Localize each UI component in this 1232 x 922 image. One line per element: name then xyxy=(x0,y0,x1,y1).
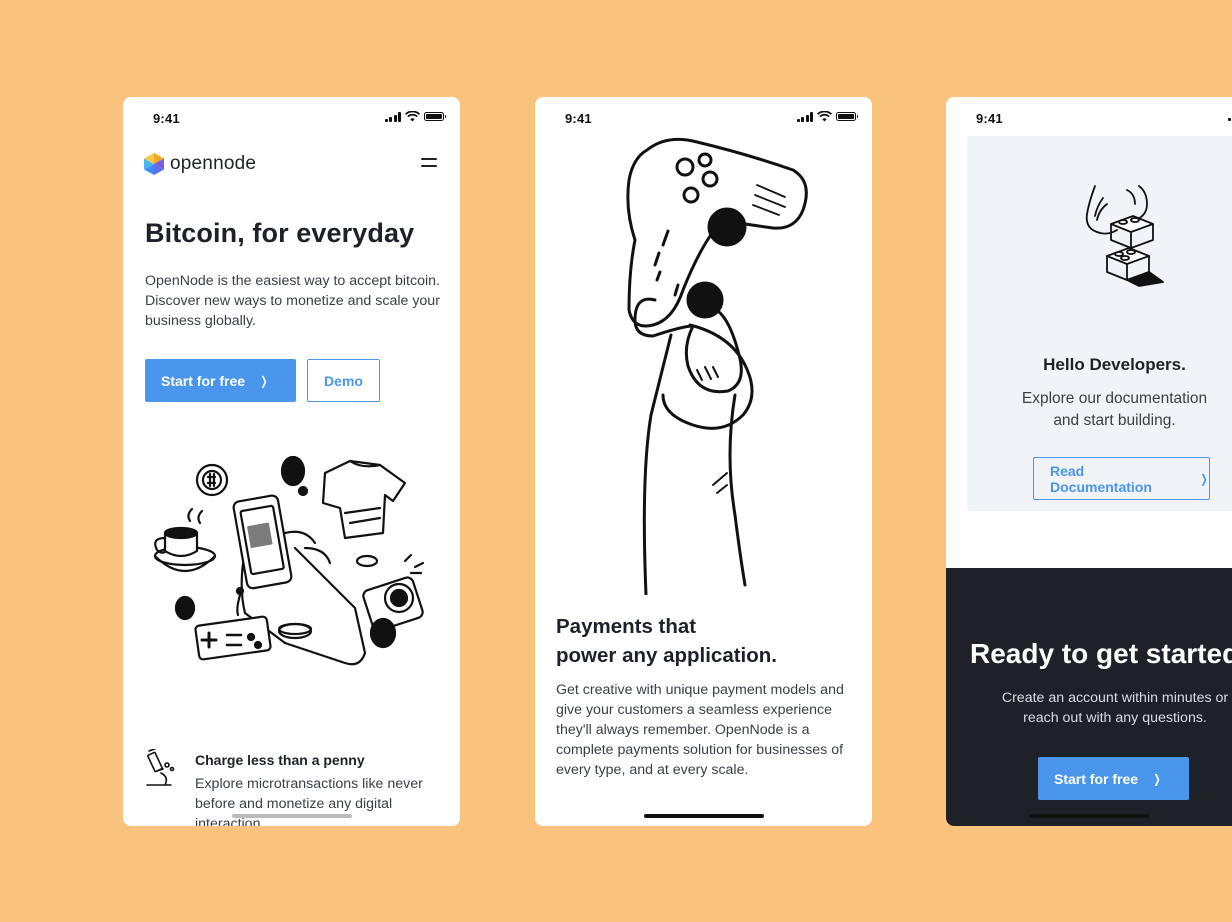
home-indicator[interactable] xyxy=(1029,814,1149,818)
developers-description-line-1: Explore our documentation xyxy=(1021,390,1208,407)
status-time: 9:41 xyxy=(153,111,180,126)
home-indicator[interactable] xyxy=(231,814,352,818)
chevron-right-icon: ❯ xyxy=(1200,471,1208,486)
feature-title: Charge less than a penny xyxy=(195,752,365,768)
battery-icon xyxy=(424,112,446,121)
hand-holding-game-controller-illustration xyxy=(626,137,808,595)
brand-name: opennode xyxy=(170,153,257,174)
hero-title: Bitcoin, for everyday xyxy=(145,218,415,248)
microscope-icon xyxy=(146,749,175,786)
read-documentation-button[interactable]: Read Documentation ❯ xyxy=(1033,457,1210,500)
feature-description: Explore microtransactions like never bef… xyxy=(195,776,423,826)
chevron-right-icon: ❯ xyxy=(260,373,268,388)
brand-logo[interactable]: opennode xyxy=(144,153,256,175)
cta-section: Ready to get started? Create an account … xyxy=(946,568,1232,826)
cta-description-line-2: reach out with any questions. xyxy=(1023,710,1207,726)
status-icons xyxy=(384,111,446,122)
section-title-line-2: power any application. xyxy=(556,644,777,667)
opennode-hexagon-logo-icon xyxy=(144,153,164,175)
hamburger-menu-icon[interactable] xyxy=(421,158,437,168)
button-label: Start for free xyxy=(1054,770,1139,787)
battery-icon xyxy=(836,112,858,121)
hands-stacking-blocks-illustration xyxy=(1085,185,1164,287)
hero-description: OpenNode is the easiest way to accept bi… xyxy=(145,273,440,329)
developers-title: Hello Developers. xyxy=(1043,355,1186,374)
section-title-line-1: Payments that xyxy=(556,615,697,638)
status-bar: 9:41 xyxy=(946,97,1232,139)
home-indicator[interactable] xyxy=(643,814,764,818)
button-label: Demo xyxy=(324,372,363,389)
status-icons xyxy=(1227,111,1232,121)
start-for-free-button[interactable]: Start for free ❯ xyxy=(145,359,296,402)
cta-description-line-1: Create an account within minutes or xyxy=(1001,690,1229,706)
developers-description-line-2: and start building. xyxy=(1053,412,1176,429)
status-bar: 9:41 xyxy=(535,97,872,139)
status-time: 9:41 xyxy=(976,111,1003,126)
chevron-right-icon: ❯ xyxy=(1153,771,1161,786)
wifi-icon xyxy=(405,111,420,122)
phone-screen-home: 9:41 opennode Bitcoin, for everyday Open… xyxy=(123,97,460,826)
phone-screen-payments: 9:41 Payments that power any application… xyxy=(535,97,872,826)
button-label: Start for free xyxy=(161,372,246,389)
phone-screen-developers: 9:41 Hello Developers. Explore our docum… xyxy=(946,97,1232,826)
button-label: Read Documentation xyxy=(1050,462,1152,495)
cellular-signal-icon xyxy=(384,111,401,122)
status-bar: 9:41 xyxy=(123,97,460,139)
demo-button[interactable]: Demo xyxy=(307,359,380,402)
section-description: Get creative with unique payment models … xyxy=(556,682,844,778)
developers-panel: Hello Developers. Explore our documentat… xyxy=(967,136,1232,511)
developers-description: Explore our documentation and start buil… xyxy=(967,388,1232,432)
cta-description: Create an account within minutes or reac… xyxy=(946,688,1232,728)
cellular-signal-icon xyxy=(796,111,813,122)
section-title: Payments that power any application. xyxy=(556,612,777,670)
status-time: 9:41 xyxy=(565,111,592,126)
cta-title: Ready to get started? xyxy=(970,638,1232,669)
hand-holding-phone-illustration xyxy=(153,455,425,666)
start-for-free-button[interactable]: Start for free ❯ xyxy=(1038,757,1189,800)
cellular-signal-icon xyxy=(1227,111,1232,121)
wifi-icon xyxy=(817,111,832,122)
status-icons xyxy=(796,111,858,122)
